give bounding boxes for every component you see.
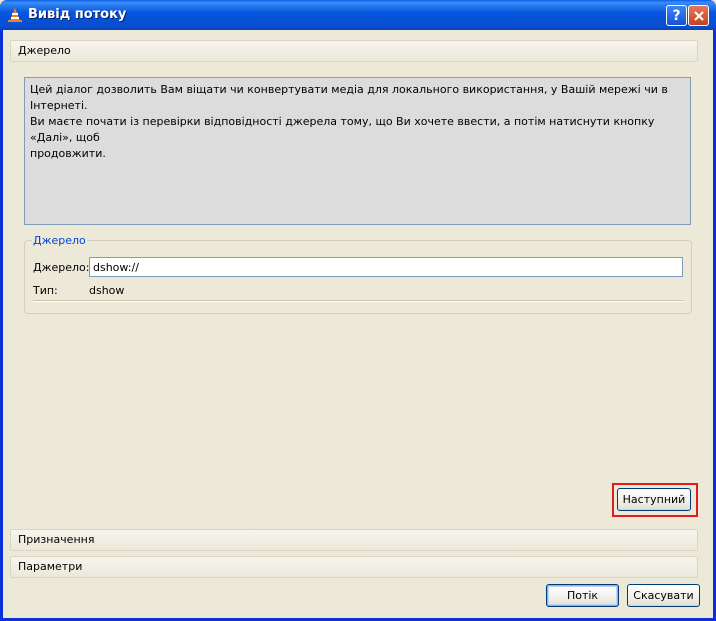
- title-bar[interactable]: Вивід потоку ?: [0, 0, 716, 30]
- next-button[interactable]: Наступний: [617, 488, 691, 511]
- source-group: Джерело Джерело: Тип: dshow: [24, 234, 692, 314]
- cancel-button[interactable]: Скасувати: [627, 584, 700, 607]
- info-line-1: Цей діалог дозволить Вам віщати чи конве…: [30, 83, 668, 112]
- help-icon: ?: [672, 7, 681, 24]
- section-destination-header[interactable]: Призначення: [10, 529, 698, 551]
- next-button-label: Наступний: [622, 493, 686, 506]
- source-group-title: Джерело: [32, 234, 87, 247]
- section-destination-label: Призначення: [18, 533, 95, 546]
- section-options-header[interactable]: Параметри: [10, 556, 698, 578]
- close-icon: [693, 10, 704, 21]
- cancel-button-label: Скасувати: [633, 589, 694, 602]
- stream-button[interactable]: Потік: [546, 584, 619, 607]
- vlc-cone-icon: [8, 8, 22, 22]
- help-button[interactable]: ?: [666, 5, 687, 26]
- section-options-label: Параметри: [18, 560, 83, 573]
- group-divider: [33, 300, 683, 302]
- source-input[interactable]: [89, 257, 683, 277]
- section-source-header[interactable]: Джерело: [10, 40, 698, 62]
- close-button[interactable]: [688, 5, 709, 26]
- info-text-box: Цей діалог дозволить Вам віщати чи конве…: [24, 77, 691, 225]
- stream-button-label: Потік: [566, 589, 599, 602]
- section-source-label: Джерело: [18, 44, 71, 57]
- type-value: dshow: [89, 284, 125, 297]
- info-line-3: продовжити.: [30, 147, 106, 160]
- type-label: Тип:: [33, 284, 58, 297]
- source-field-label: Джерело:: [33, 261, 90, 274]
- window-title: Вивід потоку: [28, 7, 127, 22]
- info-line-2: Ви маєте почати із перевірки відповіднос…: [30, 115, 655, 144]
